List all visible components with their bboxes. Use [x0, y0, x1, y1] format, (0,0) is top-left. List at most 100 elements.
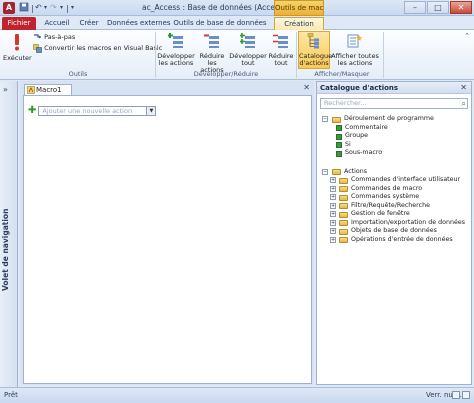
- tree-node-commandes-systeme[interactable]: + Commandes système: [322, 193, 468, 202]
- add-action-dropdown[interactable]: Ajouter une nouvelle action ▼: [38, 106, 157, 116]
- tree-item-groupe[interactable]: Groupe: [322, 132, 468, 141]
- catalogue-actions-button[interactable]: Catalogue d'actions: [298, 31, 332, 69]
- folder-icon: [339, 177, 348, 184]
- tab-outils-base-de-donnees[interactable]: Outils de base de données: [172, 17, 268, 30]
- folder-icon: [339, 203, 348, 209]
- maximize-button[interactable]: □: [427, 1, 449, 14]
- customize-qat-icon[interactable]: ▾: [71, 2, 74, 14]
- expand-icon[interactable]: +: [330, 236, 336, 243]
- developper-tout-button[interactable]: Développer tout: [229, 33, 267, 67]
- catalogue-actions-line2: d'actions: [299, 59, 329, 67]
- tree-node-actions[interactable]: − Actions: [322, 168, 468, 177]
- dropdown-arrow-icon[interactable]: ▼: [146, 107, 156, 115]
- catalog-search-input[interactable]: Rechercher... ⌕: [320, 98, 468, 109]
- tree-node-operations-entree[interactable]: + Opérations d'entrée de données: [322, 236, 468, 245]
- close-catalog-icon[interactable]: ✕: [460, 82, 467, 94]
- group-divider: [383, 32, 384, 78]
- expand-icon[interactable]: +: [330, 194, 336, 200]
- tree-label: Objets de base de données: [351, 227, 437, 234]
- expand-icon[interactable]: +: [330, 202, 336, 209]
- tree-node-commandes-macro[interactable]: + Commandes de macro: [322, 185, 468, 194]
- tree-label: Opérations d'entrée de données: [351, 235, 453, 243]
- tree-item-si[interactable]: Si: [322, 141, 468, 150]
- pas-a-pas-button[interactable]: Pas-à-pas: [33, 32, 75, 42]
- tab-accueil[interactable]: Accueil: [40, 17, 74, 30]
- tab-donnees-externes[interactable]: Données externes: [107, 17, 171, 30]
- tree-node-program-flow[interactable]: − Déroulement de programme: [322, 115, 468, 124]
- tab-macro1[interactable]: Macro1: [24, 84, 72, 95]
- action-catalog-tree: − Déroulement de programme Commentaire G…: [322, 115, 468, 244]
- executer-button[interactable]: Exécuter: [3, 33, 32, 62]
- pas-a-pas-label: Pas-à-pas: [44, 33, 76, 41]
- access-app-icon[interactable]: A: [3, 2, 15, 14]
- redo-icon[interactable]: ↷: [50, 2, 57, 14]
- save-icon[interactable]: [19, 2, 29, 14]
- tree-node-filtre-requete[interactable]: + Filtre/Requête/Recherche: [322, 202, 468, 211]
- action-catalog-title: Catalogue d'actions: [320, 84, 399, 92]
- tree-node-import-export[interactable]: + Importation/exportation de données: [322, 219, 468, 228]
- view-macro-icon[interactable]: [452, 391, 460, 399]
- reduire-actions-button[interactable]: Réduire les actions: [195, 33, 229, 74]
- expand-icon[interactable]: +: [330, 177, 336, 183]
- close-button[interactable]: ✕: [450, 1, 472, 14]
- expand-all-icon: [229, 33, 267, 51]
- redo-dropdown-icon[interactable]: ▾: [60, 2, 63, 14]
- undo-dropdown-icon[interactable]: ▾: [44, 2, 47, 14]
- catalog-search-placeholder: Rechercher...: [324, 99, 367, 107]
- afficher-toutes-actions-button[interactable]: Afficher toutes les actions: [331, 33, 379, 67]
- convertir-macros-button[interactable]: Convertir les macros en Visual Basic: [33, 43, 162, 53]
- tree-label: Commentaire: [345, 123, 388, 131]
- ribbon: Exécuter Pas-à-pas Convertir les macros …: [0, 30, 474, 80]
- collapse-ribbon-icon[interactable]: ⌃: [464, 32, 470, 40]
- tree-label: Actions: [344, 167, 368, 175]
- macro-editor[interactable]: ✚ Ajouter une nouvelle action ▼: [23, 95, 312, 384]
- undo-icon[interactable]: ↶: [35, 2, 42, 14]
- minimize-button[interactable]: –: [404, 1, 426, 14]
- reduire-tout-line2: tout: [274, 59, 288, 67]
- tree-label: Si: [345, 140, 351, 148]
- tree-label: Gestion de fenêtre: [351, 210, 410, 217]
- tree-item-sous-macro[interactable]: Sous-macro: [322, 149, 468, 158]
- search-icon[interactable]: ⌕: [462, 99, 466, 108]
- folder-icon: [332, 169, 341, 175]
- expand-icon[interactable]: +: [330, 228, 336, 234]
- collapse-all-icon: [267, 33, 295, 51]
- tree-item-commentaire[interactable]: Commentaire: [322, 124, 468, 133]
- tree-node-gestion-fenetre[interactable]: + Gestion de fenêtre: [322, 210, 468, 219]
- macro-tab-label: Macro1: [36, 86, 62, 94]
- collapse-actions-icon: [195, 33, 229, 51]
- collapse-icon[interactable]: −: [322, 168, 328, 175]
- developper-actions-line2: les actions: [158, 59, 194, 67]
- expand-icon[interactable]: +: [330, 185, 336, 192]
- step-icon: [34, 33, 41, 38]
- add-action-row: ✚ Ajouter une nouvelle action ▼: [28, 105, 157, 116]
- exclamation-icon: [3, 33, 31, 53]
- reduire-tout-button[interactable]: Réduire tout: [267, 33, 295, 67]
- expand-icon[interactable]: +: [330, 211, 336, 217]
- block-icon: [336, 125, 342, 131]
- tree-node-objets-base[interactable]: + Objets de base de données: [322, 227, 468, 236]
- view-design-icon[interactable]: [462, 391, 470, 399]
- collapse-icon[interactable]: −: [322, 116, 328, 122]
- action-catalog-pane: Catalogue d'actions ✕ Rechercher... ⌕ − …: [316, 81, 472, 385]
- tree-label: Commandes d'interface utilisateur: [351, 176, 461, 183]
- group-label-outils: Outils: [68, 70, 88, 78]
- group-label-afficher-masquer: Afficher/Masquer: [314, 70, 370, 78]
- expand-icon[interactable]: +: [330, 219, 336, 226]
- tree-node-commandes-interface[interactable]: + Commandes d'interface utilisateur: [322, 176, 468, 185]
- nav-pane-toggle-icon[interactable]: »: [3, 85, 8, 94]
- convertir-macros-label: Convertir les macros en Visual Basic: [44, 44, 163, 52]
- tab-creer[interactable]: Créer: [76, 17, 102, 30]
- group-divider: [155, 32, 156, 78]
- tab-fichier[interactable]: Fichier: [2, 17, 36, 30]
- developper-actions-button[interactable]: Développer les actions: [157, 33, 195, 67]
- tab-creation[interactable]: Création: [274, 17, 324, 30]
- navigation-pane[interactable]: » Volet de navigation: [0, 81, 18, 387]
- catalog-tree-icon: [299, 33, 329, 51]
- folder-icon: [332, 116, 341, 123]
- close-document-icon[interactable]: ✕: [303, 83, 310, 92]
- add-action-placeholder: Ajouter une nouvelle action: [42, 107, 133, 115]
- tree-label: Filtre/Requête/Recherche: [351, 201, 430, 209]
- add-icon: ✚: [28, 105, 37, 116]
